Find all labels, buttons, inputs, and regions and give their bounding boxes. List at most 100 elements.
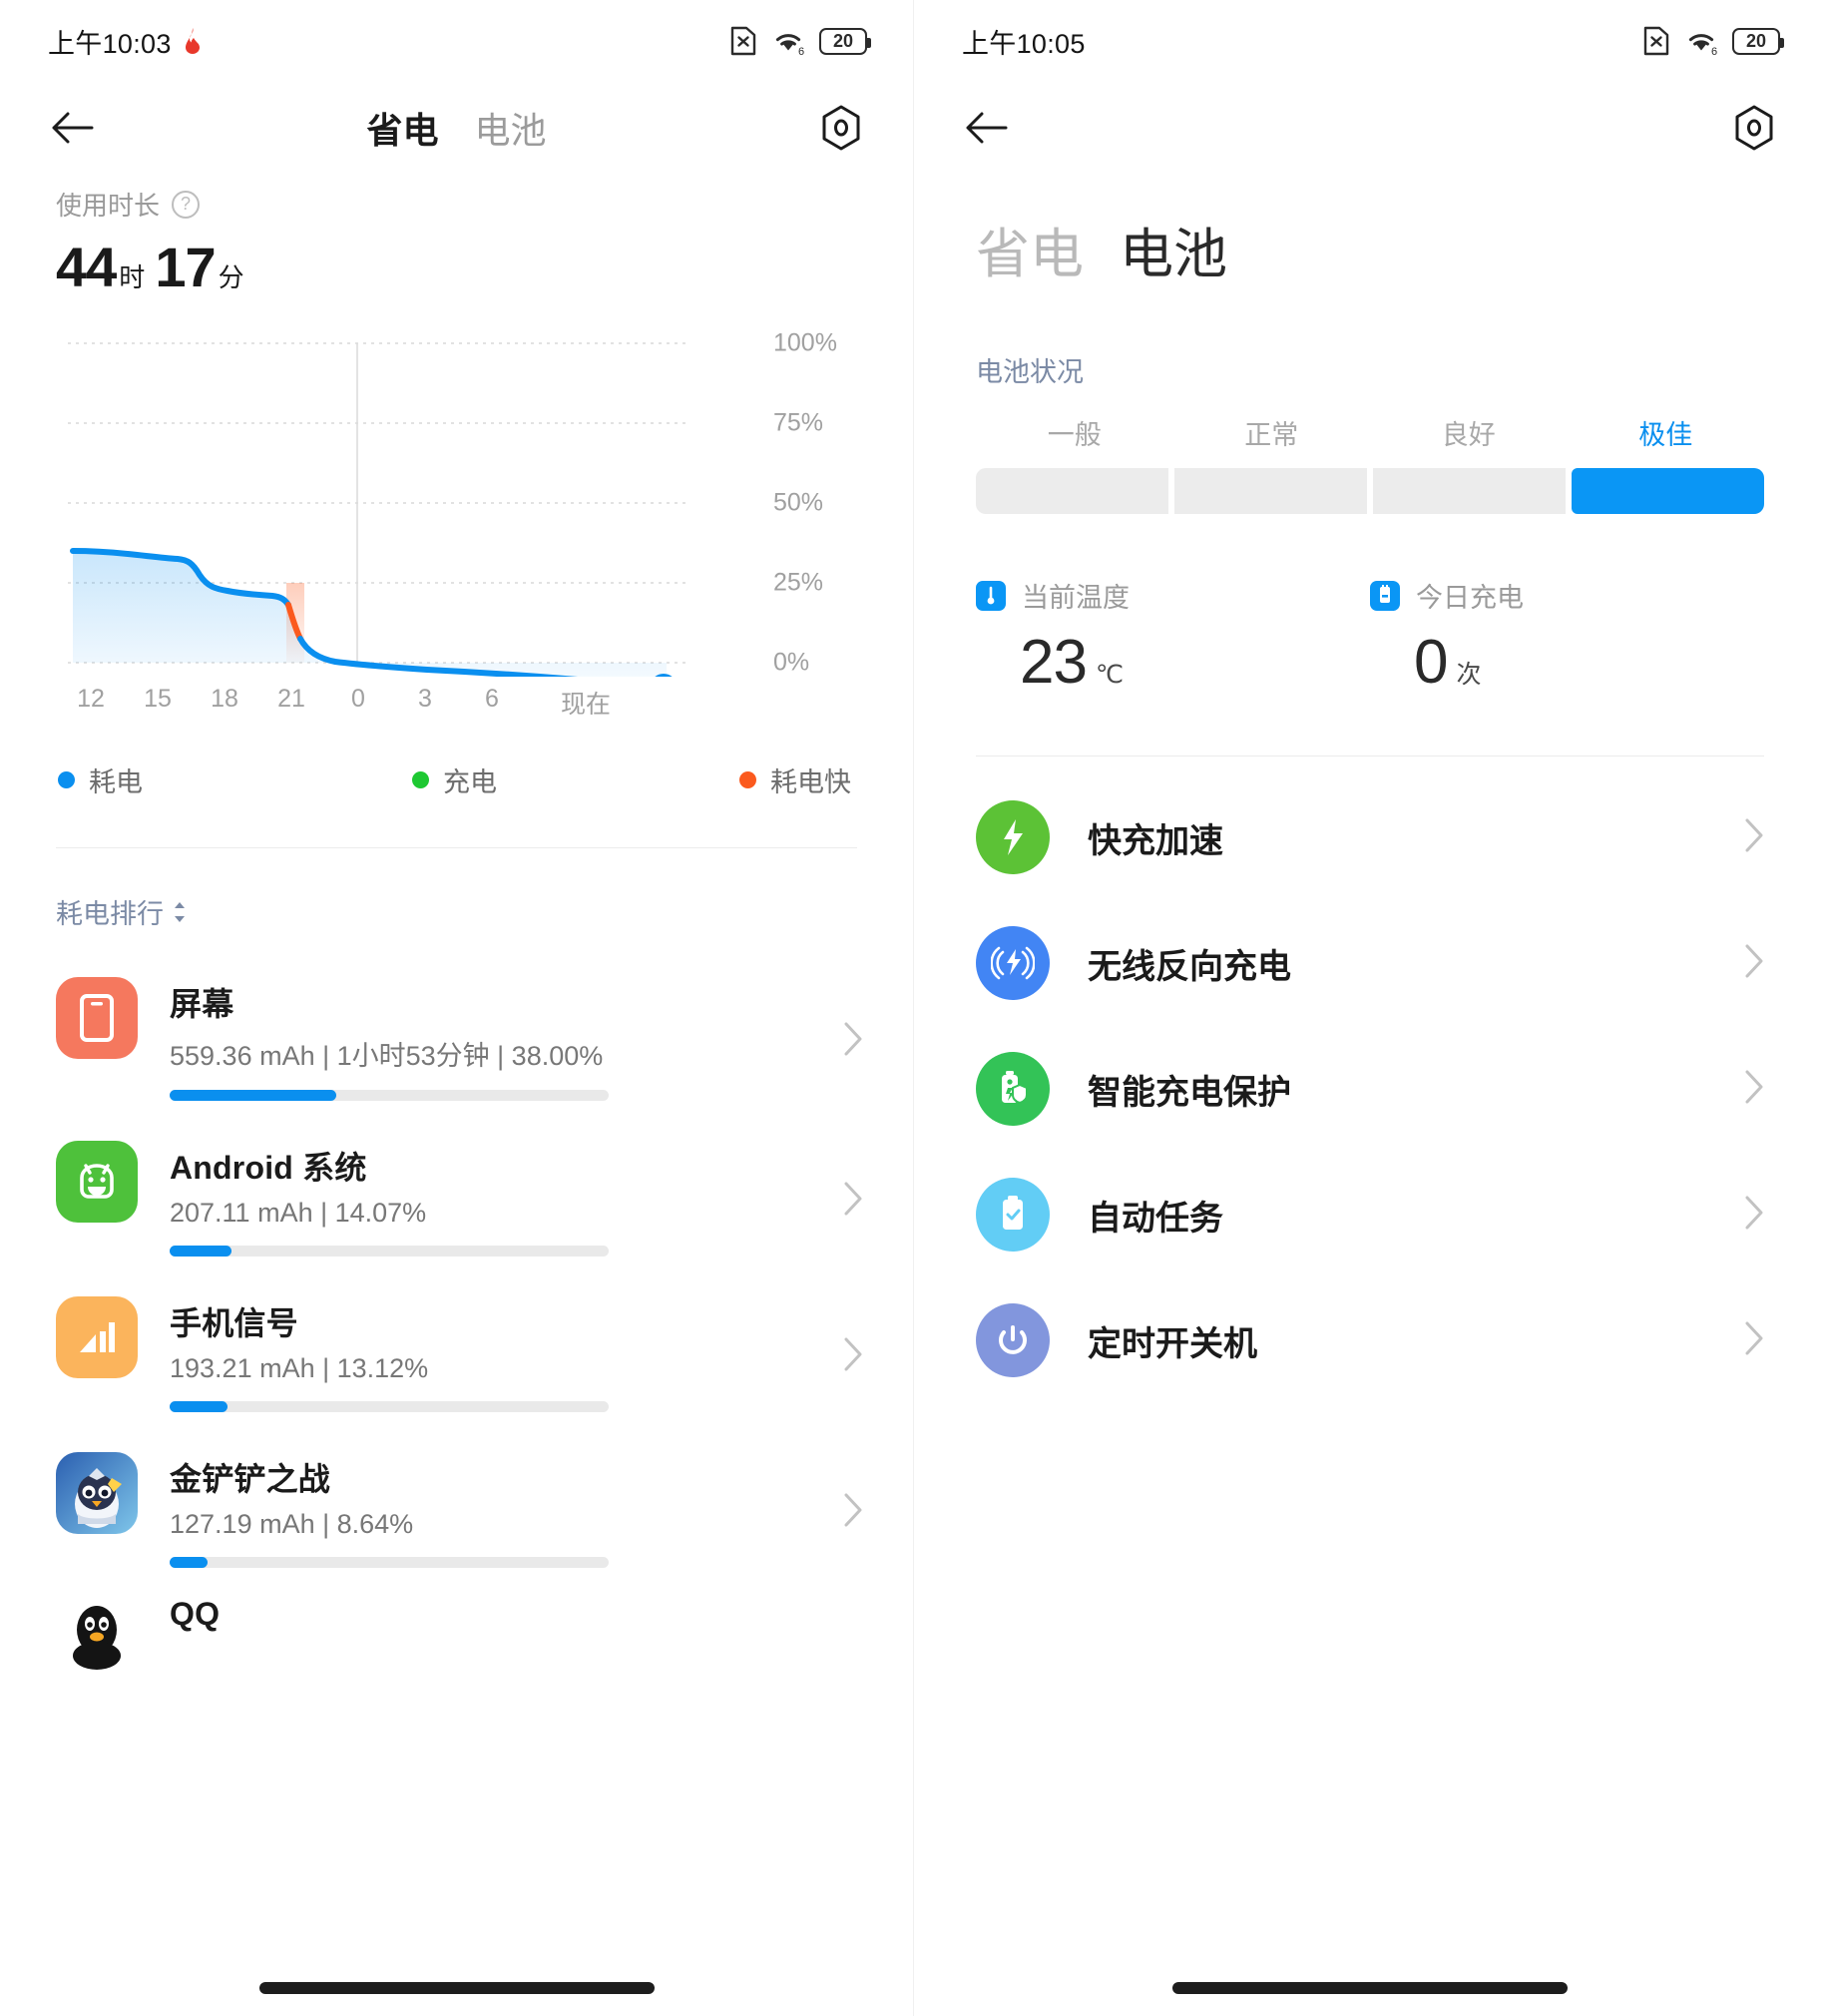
status-right-group: 6 20 [1642, 26, 1784, 56]
status-left-group: 上午10:05 [962, 22, 1086, 61]
legend-item-fast-drain: 耗电快 [587, 760, 851, 799]
screen-icon [56, 977, 138, 1059]
page-title-battery[interactable]: 电池 [1120, 210, 1227, 288]
health-label-excellent: 极佳 [1638, 420, 1693, 450]
stat-temperature-value: 23 [1020, 628, 1088, 697]
health-label-fair: 一般 [1047, 420, 1102, 450]
legend-item-charging: 充电 [322, 760, 587, 799]
battery-health-labels: 一般 正常 良好 极佳 [976, 413, 1764, 452]
nav-bar-right [914, 82, 1826, 174]
tab-power-saving[interactable]: 省电 [366, 102, 438, 154]
legend-label-fast-drain: 耗电快 [770, 767, 851, 797]
y-tick-50: 50% [773, 488, 824, 517]
x-tick-3: 3 [418, 685, 432, 713]
app-name: 屏幕 [170, 986, 234, 1022]
fire-icon [185, 28, 200, 54]
battery-health-bars [976, 468, 1764, 514]
x-tick-21: 21 [277, 685, 305, 713]
android-icon [56, 1141, 138, 1223]
legend-dot-discharge [58, 771, 75, 788]
status-bar-left: 上午10:03 6 20 [0, 0, 913, 82]
stat-charge-count-value: 0 [1414, 628, 1448, 697]
usage-hours: 44 [56, 236, 117, 298]
svg-text:6: 6 [798, 46, 804, 56]
wireless-charge-icon [976, 926, 1050, 1000]
back-button[interactable] [954, 96, 1018, 160]
menu-item-scheduled-power[interactable]: 定时开关机 [914, 1277, 1826, 1403]
game-penguin-icon [56, 1452, 138, 1534]
page-title-power-saving[interactable]: 省电 [976, 210, 1084, 288]
battery-chart: 100% 75% 50% 25% 0% 12 15 18 21 0 3 6 现在 [0, 329, 913, 737]
menu-label: 快充加速 [1088, 821, 1223, 860]
menu-item-fast-charge[interactable]: 快充加速 [914, 774, 1826, 900]
menu-item-smart-charge-protection[interactable]: 智能充电保护 [914, 1026, 1826, 1152]
list-item[interactable]: QQ [0, 1588, 913, 1696]
lightning-icon [976, 800, 1050, 874]
app-name: Android 系统 [170, 1150, 367, 1186]
app-usage-bar-fill [170, 1557, 209, 1568]
divider [56, 847, 857, 848]
settings-button[interactable] [809, 96, 873, 160]
help-icon[interactable]: ? [172, 190, 201, 219]
stat-header: 今日充电 [1370, 576, 1764, 615]
stat-temperature-unit: ℃ [1095, 661, 1125, 689]
app-name: 金铲铲之战 [170, 1461, 331, 1497]
y-tick-100: 100% [773, 328, 837, 357]
app-meta: 193.21 mAh | 13.12% [170, 1353, 429, 1383]
app-meta: 207.11 mAh | 14.07% [170, 1198, 427, 1228]
health-bar-normal [1174, 468, 1367, 514]
stat-charge-count: 今日充电 0 次 [1370, 576, 1764, 698]
tab-battery[interactable]: 电池 [475, 102, 547, 154]
y-tick-0: 0% [773, 648, 810, 677]
menu-item-reverse-wireless-charge[interactable]: 无线反向充电 [914, 900, 1826, 1026]
chevron-right-icon [1744, 944, 1764, 983]
status-right-group: 6 20 [729, 26, 871, 56]
battery-stats: 当前温度 23 ℃ 今日充电 0 次 [976, 576, 1764, 698]
health-bar-fair [976, 468, 1168, 514]
menu-label: 无线反向充电 [1088, 947, 1291, 986]
list-item[interactable]: Android 系统 207.11 mAh | 14.07% [0, 1121, 913, 1276]
health-bar-excellent [1572, 468, 1764, 514]
usage-value: 44 时 17 分 [56, 235, 913, 299]
home-indicator [258, 1982, 655, 1994]
page-title: 省电 电池 [914, 174, 1826, 288]
app-meta: 559.36 mAh | 1小时53分钟 | 38.00% [170, 1041, 604, 1071]
stat-header: 当前温度 [976, 576, 1370, 615]
app-meta: 127.19 mAh | 8.64% [170, 1509, 414, 1539]
battery-feature-menu: 快充加速 无线反向充电 智能充电保护 自动任务 定时开关机 [914, 774, 1826, 1403]
sim-card-disabled-icon [1643, 26, 1669, 56]
battery-level-text: 20 [832, 31, 854, 51]
chart-area-fill [73, 551, 667, 677]
sim-card-disabled-icon [730, 26, 756, 56]
battery-shield-icon [976, 1052, 1050, 1126]
app-name: 手机信号 [170, 1305, 298, 1341]
battery-health-section-label: 电池状况 [976, 357, 1084, 387]
list-item[interactable]: 金铲铲之战 127.19 mAh | 8.64% [0, 1432, 913, 1588]
menu-label: 智能充电保护 [1088, 1073, 1291, 1112]
power-rank-title: 耗电排行 [56, 899, 164, 929]
list-item[interactable]: 手机信号 193.21 mAh | 13.12% [0, 1276, 913, 1432]
settings-button[interactable] [1722, 96, 1786, 160]
signal-bars-icon [56, 1296, 138, 1378]
menu-item-auto-tasks[interactable]: 自动任务 [914, 1152, 1826, 1277]
chevron-right-icon [1744, 818, 1764, 857]
power-rank-header[interactable]: 耗电排行 [56, 892, 913, 931]
app-usage-bar-fill [170, 1090, 337, 1101]
chevron-right-icon [833, 1493, 873, 1527]
left-screen-battery-usage: 上午10:03 6 20 省电 电池 使用时长 ? 44 时 17 分 100%… [0, 0, 913, 2016]
back-button[interactable] [40, 96, 104, 160]
app-usage-bar [170, 1557, 609, 1568]
list-item[interactable]: 屏幕 559.36 mAh | 1小时53分钟 | 38.00% [0, 957, 913, 1121]
legend-label-charging: 充电 [443, 767, 497, 797]
chevron-right-icon [1744, 1321, 1764, 1360]
list-item-body: QQ [170, 1594, 873, 1633]
wifi-6-icon: 6 [775, 34, 804, 56]
legend-dot-charging [412, 771, 429, 788]
nav-bar-left: 省电 电池 [0, 82, 913, 174]
clipboard-check-icon [976, 1178, 1050, 1252]
chevron-right-icon [833, 1182, 873, 1216]
back-arrow-icon [966, 112, 1008, 144]
app-usage-bar [170, 1401, 609, 1412]
app-usage-bar-fill [170, 1401, 228, 1412]
status-time: 上午10:05 [962, 28, 1086, 59]
